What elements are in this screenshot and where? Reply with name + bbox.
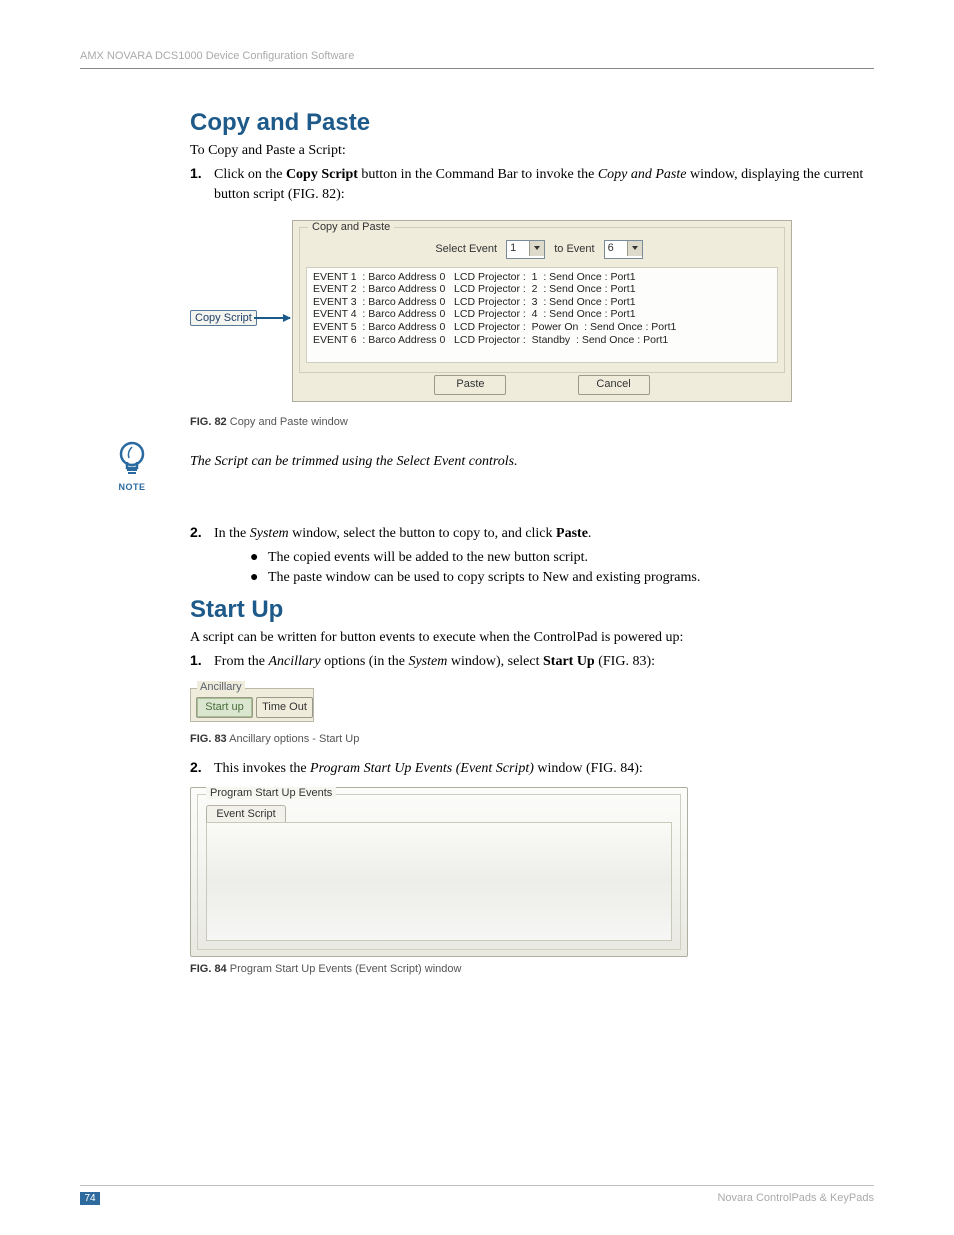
bullet-list-copy-paste: ●The copied events will be added to the …: [250, 550, 874, 586]
note-block: NOTE The Script can be trimmed using the…: [190, 446, 874, 506]
copy-script-button[interactable]: Copy Script: [190, 310, 257, 326]
intro-copy-paste: To Copy and Paste a Script:: [190, 143, 874, 159]
lightbulb-icon: NOTE: [112, 440, 152, 492]
step-1-copy-paste: 1. Click on the Copy Script button in th…: [190, 165, 874, 206]
footer-product: Novara ControlPads & KeyPads: [717, 1192, 874, 1205]
select-event-from-dropdown[interactable]: 1: [506, 240, 545, 259]
chevron-down-icon[interactable]: [529, 241, 544, 256]
event-script-area[interactable]: [206, 822, 672, 941]
cp-group-label: Copy and Paste: [308, 221, 394, 233]
running-header: AMX NOVARA DCS1000 Device Configuration …: [80, 50, 874, 69]
select-event-label: Select Event: [435, 243, 497, 255]
event-list[interactable]: EVENT 1 : Barco Address 0 LCD Projector …: [306, 267, 778, 363]
start-up-button[interactable]: Start up: [196, 697, 253, 718]
cancel-button[interactable]: Cancel: [578, 375, 650, 395]
step-2-copy-paste: 2. In the System window, select the butt…: [190, 524, 874, 544]
step-2-start-up: 2. This invokes the Program Start Up Eve…: [190, 759, 874, 779]
chevron-down-icon[interactable]: [627, 241, 642, 256]
select-event-to-dropdown[interactable]: 6: [604, 240, 643, 259]
figure-82: Copy Script Copy and Paste Select Event …: [190, 220, 874, 410]
time-out-button[interactable]: Time Out: [256, 697, 313, 718]
ancillary-group-label: Ancillary: [197, 681, 245, 693]
event-script-tab[interactable]: Event Script: [206, 805, 286, 823]
copy-paste-window: Copy and Paste Select Event 1 to Event 6…: [292, 220, 792, 402]
heading-copy-and-paste: Copy and Paste: [190, 109, 874, 137]
paste-button[interactable]: Paste: [434, 375, 506, 395]
intro-start-up: A script can be written for button event…: [190, 630, 874, 646]
arrow-icon: [254, 317, 290, 319]
figure-84-caption: FIG. 84 Program Start Up Events (Event S…: [190, 963, 874, 975]
note-text: The Script can be trimmed using the Sele…: [190, 446, 874, 470]
step-1-start-up: 1. From the Ancillary options (in the Sy…: [190, 652, 874, 672]
page-number: 74: [80, 1192, 100, 1205]
page-footer: 74 Novara ControlPads & KeyPads: [80, 1185, 874, 1205]
psu-group-label: Program Start Up Events: [206, 787, 336, 799]
program-startup-events-window: Program Start Up Events Event Script: [190, 787, 688, 957]
figure-83: Ancillary Start up Time Out: [190, 688, 314, 722]
figure-84: Program Start Up Events Event Script: [190, 787, 688, 957]
figure-82-caption: FIG. 82 Copy and Paste window: [190, 416, 874, 428]
to-event-label: to Event: [554, 243, 594, 255]
figure-83-caption: FIG. 83 Ancillary options - Start Up: [190, 733, 874, 745]
heading-start-up: Start Up: [190, 596, 874, 624]
